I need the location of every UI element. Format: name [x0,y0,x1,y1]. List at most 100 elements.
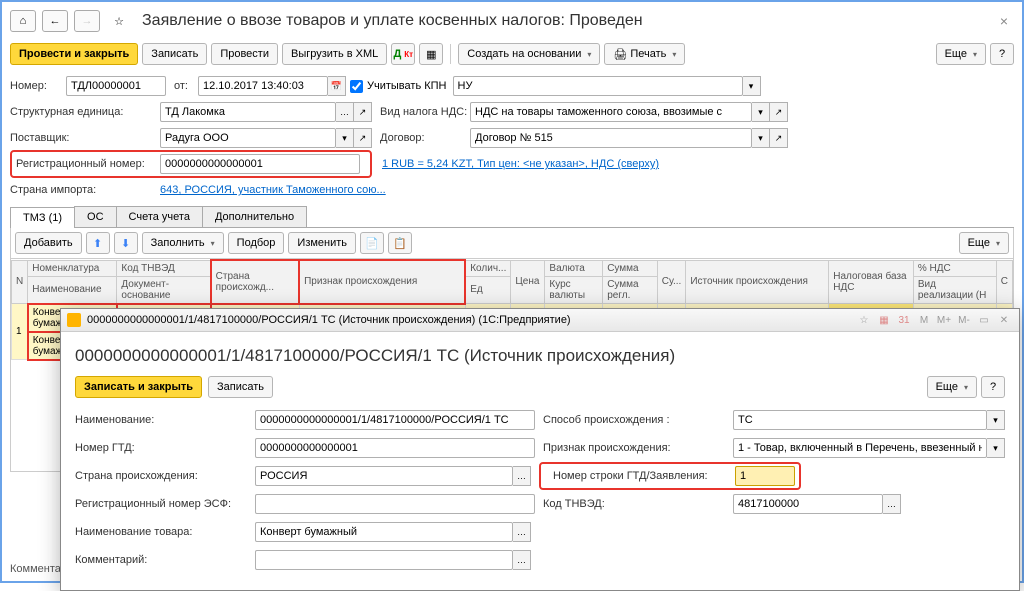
m-feat-dd-icon[interactable]: ▾ [987,438,1005,458]
m-comment-el-icon[interactable]: … [513,550,531,570]
copy-icon[interactable]: 📄 [360,232,384,254]
date-label: от: [174,80,198,92]
tab-tmz[interactable]: ТМЗ (1) [10,207,75,228]
footer-comment-label: Коммента [10,563,61,575]
contract-input[interactable] [470,128,752,148]
vat-open-icon[interactable]: ↗ [770,102,788,122]
unit-open-icon[interactable]: ↗ [354,102,372,122]
origin-modal: 0000000000000001/1/4817100000/РОССИЯ/1 Т… [60,308,1020,591]
modal-more-button[interactable]: Еще [927,376,977,398]
vat-type-label: Вид налога НДС: [380,106,470,118]
m-comment-label: Комментарий: [75,554,255,566]
m-goods-label: Наименование товара: [75,526,255,538]
paste-icon[interactable]: 📋 [388,232,412,254]
post-and-close-button[interactable]: Провести и закрыть [10,43,138,65]
create-based-button[interactable]: Создать на основании [458,43,600,65]
regnum-input[interactable] [160,154,360,174]
mplus-icon[interactable]: M+ [935,312,953,328]
help-button[interactable]: ? [990,43,1014,65]
m-gtd-input[interactable] [255,438,535,458]
kpn-input[interactable] [453,76,743,96]
m-feat-label: Признак происхождения: [543,442,733,454]
m-name-input[interactable] [255,410,535,430]
m-gtd-label: Номер ГТД: [75,442,255,454]
save-button[interactable]: Записать [142,43,207,65]
rate-link[interactable]: 1 RUB = 5,24 KZT, Тип цен: <не указан>, … [382,158,659,170]
m-esf-label: Регистрационный номер ЭСФ: [75,498,255,510]
star-button[interactable]: ☆ [106,10,132,32]
m-icon[interactable]: M [915,312,933,328]
app-logo-icon [67,313,81,327]
m-name-label: Наименование: [75,414,255,426]
modal-save-button[interactable]: Записать [208,376,273,398]
modal-save-close-button[interactable]: Записать и закрыть [75,376,202,398]
vat-type-input[interactable] [470,102,752,122]
modal-help-button[interactable]: ? [981,376,1005,398]
supplier-label: Поставщик: [10,132,160,144]
supplier-input[interactable] [160,128,336,148]
contract-dd-icon[interactable]: ▾ [752,128,770,148]
fav-icon[interactable]: ☆ [855,312,873,328]
m-tnved-input[interactable] [733,494,883,514]
m-origcountry-label: Страна происхождения: [75,470,255,482]
edit-button[interactable]: Изменить [288,232,356,254]
modal-min-icon[interactable]: ▭ [975,312,993,328]
forward-button[interactable]: → [74,10,100,32]
m-line-input[interactable] [735,466,795,486]
m-origcountry-input[interactable] [255,466,513,486]
m-feat-input[interactable] [733,438,987,458]
contract-label: Договор: [380,132,470,144]
sub-more-button[interactable]: Еще [959,232,1009,254]
mminus-icon[interactable]: M- [955,312,973,328]
move-down-icon[interactable]: ⬇ [114,232,138,254]
kpn-checkbox[interactable] [350,80,363,93]
m-esf-input[interactable] [255,494,535,514]
more-button[interactable]: Еще [936,43,986,65]
supplier-dd-icon[interactable]: ▾ [336,128,354,148]
export-xml-button[interactable]: Выгрузить в XML [282,43,387,65]
post-button[interactable]: Провести [211,43,278,65]
number-label: Номер: [10,80,66,92]
struct-icon[interactable]: ▦ [419,43,443,65]
calc-icon[interactable]: ▦ [875,312,893,328]
tab-os[interactable]: ОС [74,206,117,227]
supplier-open-icon[interactable]: ↗ [354,128,372,148]
kpn-dd-icon[interactable]: ▾ [743,76,761,96]
unit-label: Структурная единица: [10,106,160,118]
m-goods-input[interactable] [255,522,513,542]
print-button[interactable]: 🖨 Печать [604,43,685,65]
country-link[interactable]: 643, РОССИЯ, участник Таможенного сою... [160,184,386,196]
m-tnved-el-icon[interactable]: … [883,494,901,514]
m-method-label: Способ происхождения : [543,414,733,426]
contract-open-icon[interactable]: ↗ [770,128,788,148]
add-button[interactable]: Добавить [15,232,82,254]
m-method-dd-icon[interactable]: ▾ [987,410,1005,430]
m-origcountry-el-icon[interactable]: … [513,466,531,486]
unit-input[interactable] [160,102,336,122]
date-picker-icon[interactable]: 📅 [328,76,346,96]
back-button[interactable]: ← [42,10,68,32]
unit-ellipsis-icon[interactable]: … [336,102,354,122]
move-up-icon[interactable]: ⬆ [86,232,110,254]
cal-icon[interactable]: 31 [895,312,913,328]
tab-extra[interactable]: Дополнительно [202,206,307,227]
select-button[interactable]: Подбор [228,232,285,254]
m-comment-input[interactable] [255,550,513,570]
modal-window-title: 0000000000000001/1/4817100000/РОССИЯ/1 Т… [87,314,571,326]
country-label: Страна импорта: [10,184,160,196]
m-goods-el-icon[interactable]: … [513,522,531,542]
close-icon[interactable]: × [994,13,1014,29]
modal-title: 0000000000000001/1/4817100000/РОССИЯ/1 Т… [75,346,1005,366]
m-tnved-label: Код ТНВЭД: [543,498,733,510]
modal-close-icon[interactable]: ✕ [995,312,1013,328]
m-line-label: Номер строки ГТД/Заявления: [553,470,735,482]
tab-accounts[interactable]: Счета учета [116,206,203,227]
fill-button[interactable]: Заполнить [142,232,224,254]
home-button[interactable]: ⌂ [10,10,36,32]
page-title: Заявление о ввозе товаров и уплате косве… [142,12,988,30]
number-input[interactable] [66,76,166,96]
vat-dd-icon[interactable]: ▾ [752,102,770,122]
date-input[interactable] [198,76,328,96]
m-method-input[interactable] [733,410,987,430]
dt-icon[interactable]: ДКт [391,43,415,65]
